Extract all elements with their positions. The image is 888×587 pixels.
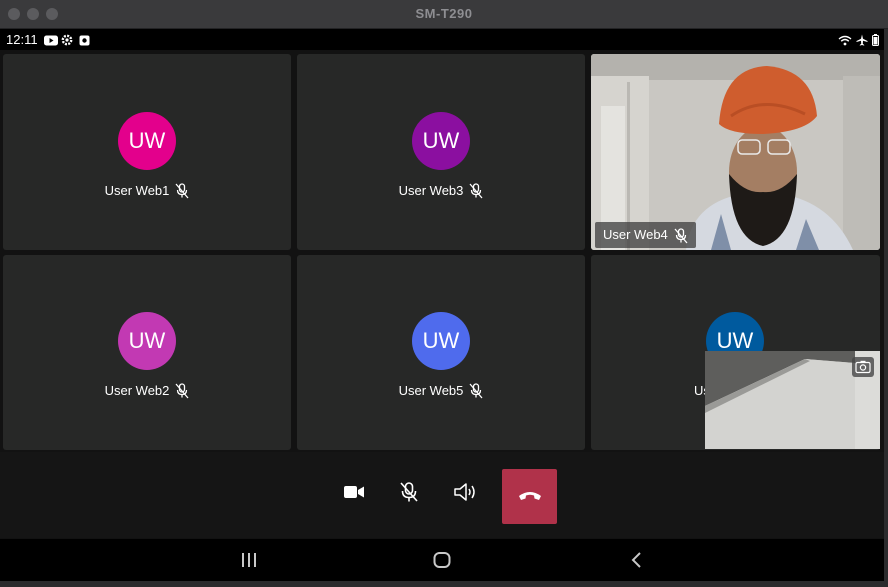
android-navigation-bar bbox=[0, 539, 884, 581]
participant-avatar: UW bbox=[118, 112, 176, 170]
window-titlebar: SM-T290 bbox=[0, 0, 888, 29]
airplane-mode-icon bbox=[856, 33, 868, 51]
switch-camera-button[interactable] bbox=[852, 357, 874, 377]
avatar-initials: UW bbox=[716, 328, 754, 353]
mic-muted-icon bbox=[469, 182, 483, 198]
participant-avatar: UW bbox=[412, 112, 470, 170]
avatar-initials: UW bbox=[422, 328, 460, 353]
participant-name: User Web2 bbox=[104, 383, 170, 399]
mic-muted-icon bbox=[469, 382, 483, 398]
participant-label: User Web5 bbox=[297, 382, 585, 399]
participant-label: User Web3 bbox=[297, 182, 585, 199]
switch-camera-icon bbox=[855, 360, 871, 374]
settings-icon bbox=[61, 33, 73, 51]
home-icon[interactable] bbox=[433, 551, 451, 574]
phone-hangup-icon bbox=[519, 492, 541, 500]
mic-muted-icon bbox=[175, 182, 189, 198]
microphone-off-icon[interactable] bbox=[398, 480, 422, 504]
self-view-preview[interactable] bbox=[705, 351, 880, 449]
video-camera-icon[interactable] bbox=[343, 480, 367, 504]
speaker-icon[interactable] bbox=[453, 480, 479, 504]
battery-icon bbox=[872, 33, 879, 51]
participant-name: User Web3 bbox=[398, 183, 464, 199]
status-bar: 12:11 bbox=[0, 29, 884, 50]
mic-muted-icon bbox=[674, 227, 688, 243]
participant-name: User Web1 bbox=[104, 183, 170, 199]
status-clock: 12:11 bbox=[6, 32, 38, 47]
avatar-initials: UW bbox=[422, 128, 460, 153]
avatar-initials: UW bbox=[128, 328, 166, 353]
participant-tile[interactable]: UW User Web1 bbox=[3, 54, 291, 250]
device-screen: 12:11 UW User Web1 UW User Web3 User Web… bbox=[0, 29, 884, 581]
recents-icon[interactable] bbox=[240, 551, 258, 574]
participant-label: User Web1 bbox=[3, 182, 291, 199]
participant-avatar: UW bbox=[412, 312, 470, 370]
participant-name: User Web4 bbox=[603, 227, 668, 242]
hang-up-button[interactable] bbox=[502, 469, 557, 524]
mic-muted-icon bbox=[175, 382, 189, 398]
participant-label: User Web4 bbox=[595, 222, 696, 248]
participant-tile[interactable]: UW User Web2 bbox=[3, 255, 291, 450]
participant-name: User Web5 bbox=[398, 383, 464, 399]
participant-video-feed bbox=[591, 54, 880, 250]
participant-avatar: UW bbox=[118, 312, 176, 370]
call-controls-bar bbox=[0, 452, 884, 538]
participant-tile[interactable]: UW User Web3 bbox=[297, 54, 585, 250]
participant-video-tile[interactable]: User Web4 bbox=[591, 54, 880, 250]
youtube-icon bbox=[44, 33, 58, 51]
participant-label: User Web2 bbox=[3, 382, 291, 399]
window-title: SM-T290 bbox=[415, 6, 473, 21]
back-icon[interactable] bbox=[628, 551, 646, 574]
avatar-initials: UW bbox=[128, 128, 166, 153]
wifi-icon bbox=[838, 33, 852, 51]
app-notification-icon bbox=[79, 33, 90, 51]
participant-tile[interactable]: UW User Web5 bbox=[297, 255, 585, 450]
